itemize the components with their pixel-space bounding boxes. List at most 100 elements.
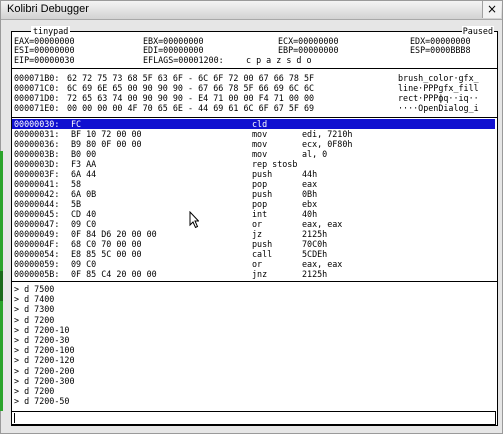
hex-address: 000071C0: xyxy=(14,83,60,93)
instruction-mnem: or xyxy=(252,259,263,269)
instruction-ops: ebx xyxy=(302,199,318,209)
reg-eflags: EFLAGS=00001200: xyxy=(143,55,224,65)
console-line: > d 7200-50 xyxy=(14,396,70,407)
flags-list: c p a z s d o xyxy=(246,55,312,65)
instruction-addr: 00000031: xyxy=(14,129,60,139)
instruction-addr: 00000041: xyxy=(14,179,60,189)
instruction-addr: 0000003B: xyxy=(14,149,60,159)
instruction-row[interactable]: 0000003F: 6A 44 push 44h xyxy=(12,169,495,179)
instruction-mnem: mov xyxy=(252,149,268,159)
hex-bytes: 62 72 75 73 68 5F 63 6F - 6C 6F 72 00 67… xyxy=(67,73,315,83)
instruction-bytes: 6A 0B xyxy=(71,189,97,199)
instruction-row[interactable]: 0000005B: 0F 85 C4 20 00 00 jnz 2125h xyxy=(12,269,495,279)
instruction-row[interactable]: 00000036: B9 80 0F 00 00 mov ecx, 0F80h xyxy=(12,139,495,149)
registers-title: tinypad xyxy=(31,26,71,36)
instruction-ops: 44h xyxy=(302,169,318,179)
debugger-window: Kolibri Debugger × tinypad Paused EAX=00… xyxy=(0,0,503,434)
instruction-ops: edi, 7210h xyxy=(302,129,353,139)
instruction-bytes: 09 C0 xyxy=(71,259,97,269)
hex-ascii: line·PPPgfx_fill xyxy=(398,83,479,93)
instruction-ops: 5CDEh xyxy=(302,249,328,259)
reg-esi: ESI=00000000 xyxy=(14,45,75,55)
instruction-bytes: 68 C0 70 00 00 xyxy=(71,239,142,249)
instruction-row[interactable]: 00000059: 09 C0 or eax, eax xyxy=(12,259,495,269)
console-line: > d 7300 xyxy=(14,304,55,315)
instruction-ops: 2125h xyxy=(302,229,328,239)
hex-address: 000071B0: xyxy=(14,73,60,83)
console-line: > d 7200 xyxy=(14,386,55,396)
console-line: > d 7200 xyxy=(14,314,55,325)
instruction-addr: 0000003D: xyxy=(14,159,60,169)
reg-ebp: EBP=00000000 xyxy=(278,45,339,55)
hex-address: 000071D0: xyxy=(14,93,60,103)
instruction-ops: ecx, 0F80h xyxy=(302,139,353,149)
instruction-row[interactable]: 0000004F: 68 C0 70 00 00 push 70C0h xyxy=(12,239,495,249)
instruction-mnem: mov xyxy=(252,129,268,139)
instruction-bytes: E8 85 5C 00 00 xyxy=(71,249,142,259)
hex-ascii: ····OpenDialog_i xyxy=(398,103,479,113)
instruction-row[interactable]: 00000044: 5B pop ebx xyxy=(12,199,495,209)
hex-bytes: 6C 69 6E 65 00 90 90 90 - 67 66 78 5F 66… xyxy=(67,83,315,93)
instruction-mnem: jz xyxy=(252,229,263,239)
instruction-mnem: call xyxy=(252,249,273,259)
reg-edi: EDI=00000000 xyxy=(143,45,204,55)
instruction-addr: 00000042: xyxy=(14,189,60,199)
console-line: > d 7400 xyxy=(14,294,55,305)
hex-bytes: 00 00 00 00 4F 70 65 6E - 44 69 61 6C 6F… xyxy=(67,103,315,113)
divider xyxy=(12,281,497,282)
instruction-row[interactable]: 00000031: BF 10 72 00 00 mov edi, 7210h xyxy=(12,129,495,139)
instruction-bytes: 5B xyxy=(71,199,82,209)
instruction-mnem: push xyxy=(252,169,273,179)
instruction-bytes: B0 00 xyxy=(71,149,97,159)
instruction-ops: 2125h xyxy=(302,269,328,279)
instruction-bytes: 0F 84 D6 20 00 00 xyxy=(71,229,157,239)
title-bar[interactable]: Kolibri Debugger × xyxy=(1,1,502,20)
hex-address: 000071E0: xyxy=(14,103,60,113)
instruction-bytes: B9 80 0F 00 00 xyxy=(71,139,142,149)
left-edge-strip-dark xyxy=(0,271,3,301)
instruction-row[interactable]: 00000054: E8 85 5C 00 00 call 5CDEh xyxy=(12,249,495,259)
instruction-mnem: rep stosb xyxy=(252,159,298,169)
instruction-mnem: or xyxy=(252,219,263,229)
instruction-ops: al, 0 xyxy=(302,149,328,159)
instruction-ops: eax xyxy=(302,179,318,189)
instruction-row[interactable]: 00000042: 6A 0B push 0Bh xyxy=(12,189,495,199)
instruction-addr: 00000030: xyxy=(14,119,60,129)
instruction-ops: 70C0h xyxy=(302,239,328,249)
instruction-addr: 00000059: xyxy=(14,259,60,269)
instruction-mnem: int xyxy=(252,209,268,219)
instruction-ops: eax, eax xyxy=(302,219,343,229)
instruction-bytes: 0F 85 C4 20 00 00 xyxy=(71,269,157,279)
instruction-row[interactable]: 0000003D: F3 AA rep stosb xyxy=(12,159,495,169)
instruction-addr: 00000036: xyxy=(14,139,60,149)
reg-eip: EIP=00000030 xyxy=(14,55,75,65)
instruction-mnem: cld xyxy=(252,119,268,129)
console-line: > d 7200-10 xyxy=(14,324,70,335)
instruction-row[interactable]: 00000041: 58 pop eax xyxy=(12,179,495,189)
instruction-row[interactable]: 00000045: CD 40 int 40h xyxy=(12,209,495,219)
console-line: > d 7200-30 xyxy=(14,335,70,345)
hex-ascii: brush_color·gfx_ xyxy=(398,73,479,83)
mouse-pointer-icon xyxy=(189,211,199,229)
hex-bytes: 72 65 63 74 00 90 90 90 - E4 71 00 00 F4… xyxy=(67,93,315,103)
console-line: > d 7200-300 xyxy=(14,375,75,386)
instruction-addr: 0000005B: xyxy=(14,269,60,279)
instruction-addr: 00000054: xyxy=(14,249,60,259)
instruction-row[interactable]: 0000003B: B0 00 mov al, 0 xyxy=(12,149,495,159)
instruction-mnem: push xyxy=(252,189,273,199)
divider xyxy=(12,68,497,69)
hex-ascii: rect·PPPфq··iq·· xyxy=(398,93,479,103)
instruction-addr: 0000003F: xyxy=(14,169,60,179)
console-line: > d 7200-200 xyxy=(14,365,75,376)
command-input[interactable] xyxy=(11,411,496,425)
current-instruction-row[interactable]: 00000030: FC cld xyxy=(12,119,495,129)
instruction-bytes: FC xyxy=(71,119,82,129)
instruction-addr: 0000004F: xyxy=(14,239,60,249)
instruction-ops: 40h xyxy=(302,209,318,219)
close-button[interactable]: × xyxy=(482,1,501,18)
instruction-row[interactable]: 00000049: 0F 84 D6 20 00 00 jz 2125h xyxy=(12,229,495,239)
instruction-mnem: mov xyxy=(252,139,268,149)
instruction-bytes: F3 AA xyxy=(71,159,97,169)
instruction-mnem: pop xyxy=(252,179,268,189)
instruction-row[interactable]: 00000047: 09 C0 or eax, eax xyxy=(12,219,495,229)
